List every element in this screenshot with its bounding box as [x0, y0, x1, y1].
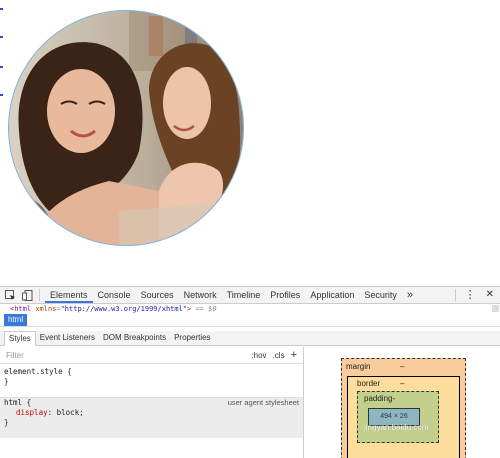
xmlns-attr-name: xmlns [35, 305, 57, 313]
watermark-text: jingyan.baidu.com [364, 423, 429, 432]
tab-application[interactable]: Application [305, 287, 359, 303]
close-icon[interactable]: ✕ [480, 287, 500, 303]
css-property-name[interactable]: display [16, 408, 48, 417]
tab-dom-breakpoints[interactable]: DOM Breakpoints [99, 331, 170, 345]
breadcrumb: html [0, 314, 500, 327]
html-style-rule[interactable]: html { user agent stylesheet display: bl… [0, 398, 303, 438]
rule-origin: user agent stylesheet [227, 398, 299, 407]
cls-toggle[interactable]: .cls [273, 351, 285, 360]
border-value: – [400, 379, 405, 388]
devtools-toolbar: Elements Console Sources Network Timelin… [0, 287, 500, 304]
html-rule-close: } [4, 418, 9, 427]
margin-label: margin [346, 362, 371, 371]
element-style-close: } [4, 377, 9, 386]
tab-console[interactable]: Console [93, 287, 136, 303]
padding-label: padding- [364, 394, 396, 403]
margin-value: – [400, 362, 405, 371]
toolbar-right-controls: ⋮ ✕ [450, 287, 500, 303]
css-property-value[interactable]: block; [57, 408, 84, 417]
box-model-border[interactable]: border – padding- 494 × 26 [347, 376, 460, 458]
toolbar-separator [454, 289, 456, 301]
html-close-bracket: > [187, 305, 192, 313]
tab-properties[interactable]: Properties [170, 331, 214, 345]
box-model-pane: margin – border – padding- 494 × 26 jing… [304, 347, 500, 458]
box-model-margin[interactable]: margin – border – padding- 494 × 26 [341, 358, 466, 458]
element-style-selector[interactable]: element.style { [0, 367, 303, 377]
tab-timeline[interactable]: Timeline [222, 287, 266, 303]
page-viewport [0, 0, 500, 286]
toolbar-separator [39, 289, 40, 301]
tab-profiles[interactable]: Profiles [265, 287, 305, 303]
customize-menu-icon[interactable]: ⋮ [461, 287, 480, 303]
more-tabs-icon[interactable]: » [402, 287, 418, 303]
left-edge-marks [0, 0, 4, 286]
inspect-element-icon[interactable] [3, 288, 17, 302]
styles-pane: :hov .cls + element.style { } html { use… [0, 347, 304, 458]
hov-toggle[interactable]: :hov [251, 351, 266, 360]
filter-row: :hov .cls + [0, 347, 303, 364]
device-toolbar-icon[interactable] [20, 288, 34, 302]
devtools-panel: Elements Console Sources Network Timelin… [0, 286, 500, 458]
box-model-padding[interactable]: padding- 494 × 26 [357, 391, 439, 443]
filter-controls: :hov .cls + [251, 349, 297, 361]
tab-elements[interactable]: Elements [45, 287, 93, 303]
element-style-rule[interactable]: element.style { } [0, 367, 303, 398]
breadcrumb-html[interactable]: html [4, 314, 28, 326]
tab-styles[interactable]: Styles [4, 330, 36, 346]
tab-network[interactable]: Network [179, 287, 222, 303]
tab-sources[interactable]: Sources [136, 287, 179, 303]
add-rule-button[interactable]: + [291, 349, 297, 361]
circular-photo [8, 10, 244, 246]
html-rule-selector[interactable]: html { [4, 398, 31, 407]
tab-security[interactable]: Security [359, 287, 402, 303]
scrollbar-arrow[interactable] [492, 305, 499, 312]
html-open-tag: <html [10, 305, 32, 313]
photo-two-women-image [9, 11, 243, 245]
border-label: border [357, 379, 381, 388]
xmlns-attr-value: "http://www.w3.org/1999/xhtml" [60, 305, 188, 313]
sidebar-tabs: Styles Event Listeners DOM Breakpoints P… [0, 330, 500, 346]
dollar-zero-marker: == $0 [195, 305, 217, 313]
selected-html-node[interactable]: <html xmlns="http://www.w3.org/1999/xhtm… [0, 304, 500, 314]
filter-input[interactable] [4, 349, 158, 361]
tab-event-listeners[interactable]: Event Listeners [36, 331, 99, 345]
